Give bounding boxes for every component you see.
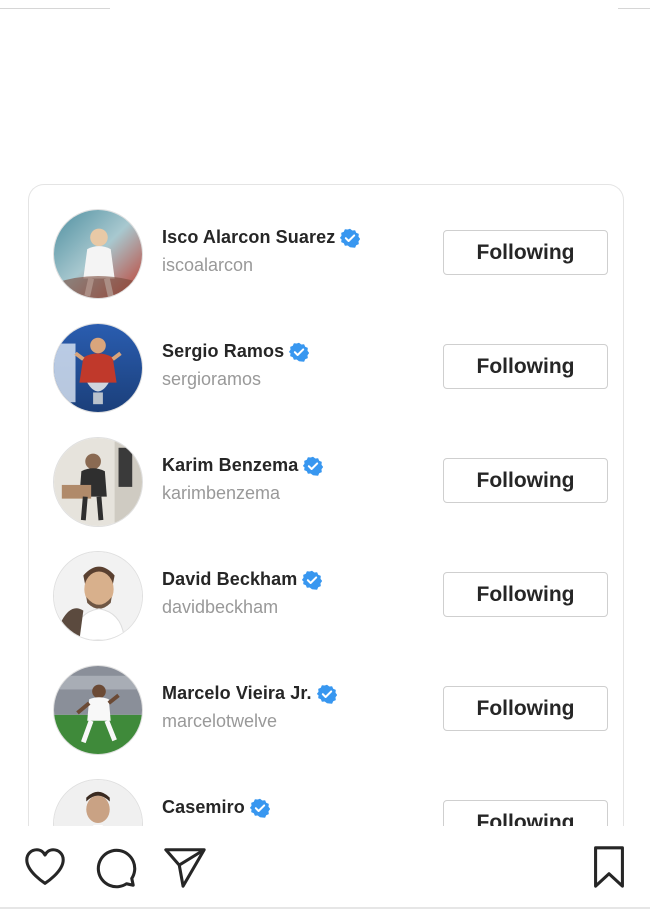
- following-button[interactable]: Following: [443, 458, 608, 503]
- following-list[interactable]: Isco Alarcon Suarez iscoalarcon Followin…: [28, 184, 624, 834]
- avatar[interactable]: [53, 209, 143, 299]
- post-action-bar: [0, 826, 650, 912]
- share-icon[interactable]: [162, 844, 208, 890]
- following-button[interactable]: Following: [443, 230, 608, 275]
- account-name[interactable]: Sergio Ramos: [162, 341, 284, 362]
- account-name[interactable]: Marcelo Vieira Jr.: [162, 683, 312, 704]
- verified-badge-icon: [249, 798, 270, 818]
- bookmark-icon[interactable]: [586, 844, 632, 890]
- account-handle[interactable]: karimbenzema: [162, 483, 280, 504]
- verified-badge-icon: [303, 456, 324, 476]
- verified-badge-icon: [316, 684, 337, 704]
- avatar-image: [54, 552, 142, 640]
- avatar-image: [54, 324, 142, 412]
- list-item[interactable]: David Beckham davidbeckham Following: [29, 551, 623, 641]
- verified-badge-icon: [289, 342, 310, 362]
- account-name[interactable]: Isco Alarcon Suarez: [162, 227, 335, 248]
- heart-icon[interactable]: [22, 844, 68, 890]
- following-button[interactable]: Following: [443, 686, 608, 731]
- avatar-image: [54, 438, 142, 526]
- avatar-image: [54, 666, 142, 754]
- avatar-image: [54, 210, 142, 298]
- bottom-divider: [0, 907, 650, 909]
- avatar[interactable]: [53, 551, 143, 641]
- avatar[interactable]: [53, 437, 143, 527]
- avatar[interactable]: [53, 665, 143, 755]
- list-item[interactable]: Isco Alarcon Suarez iscoalarcon Followin…: [29, 209, 623, 299]
- top-divider: [618, 8, 650, 9]
- account-handle[interactable]: marcelotwelve: [162, 711, 277, 732]
- account-handle[interactable]: iscoalarcon: [162, 255, 253, 276]
- account-handle[interactable]: sergioramos: [162, 369, 261, 390]
- verified-badge-icon: [302, 570, 323, 590]
- list-item[interactable]: Sergio Ramos sergioramos Following: [29, 323, 623, 413]
- verified-badge-icon: [340, 228, 361, 248]
- list-item[interactable]: Marcelo Vieira Jr. marcelotwelve Followi…: [29, 665, 623, 755]
- following-button[interactable]: Following: [443, 344, 608, 389]
- list-item[interactable]: Karim Benzema karimbenzema Following: [29, 437, 623, 527]
- account-name[interactable]: Karim Benzema: [162, 455, 298, 476]
- account-name[interactable]: David Beckham: [162, 569, 297, 590]
- avatar[interactable]: [53, 323, 143, 413]
- comment-icon[interactable]: [92, 844, 138, 890]
- following-button[interactable]: Following: [443, 572, 608, 617]
- account-name[interactable]: Casemiro: [162, 797, 245, 818]
- top-divider: [0, 8, 110, 9]
- account-handle[interactable]: davidbeckham: [162, 597, 278, 618]
